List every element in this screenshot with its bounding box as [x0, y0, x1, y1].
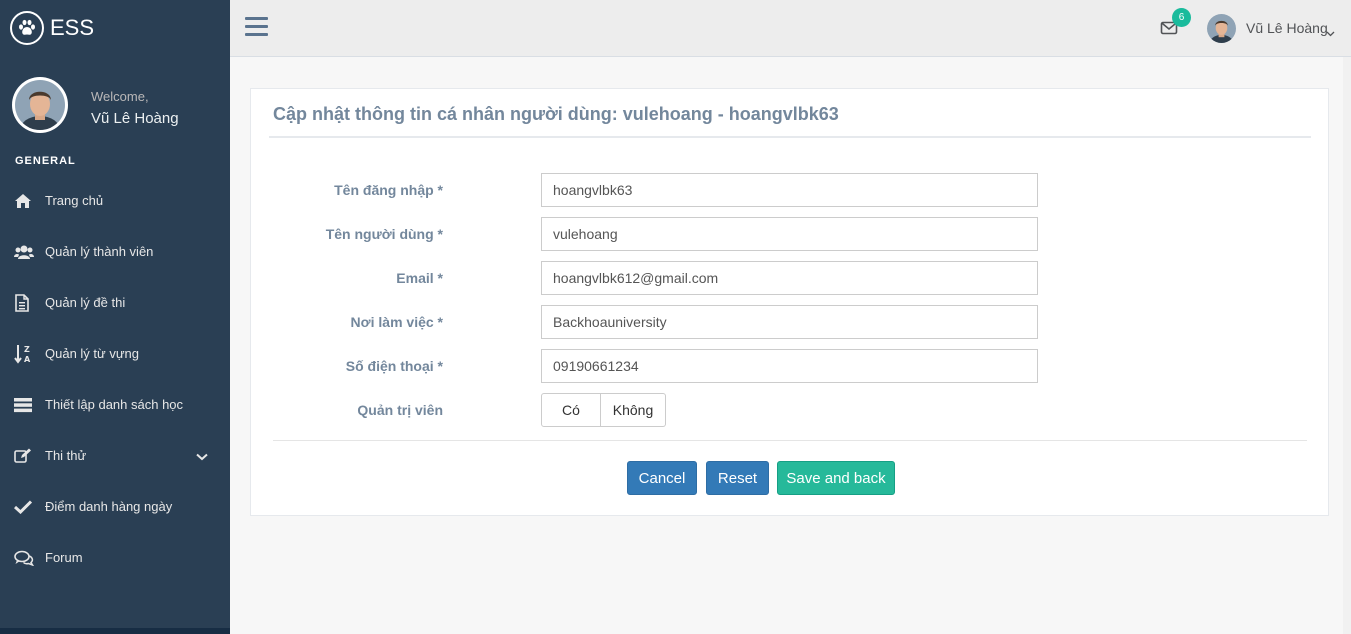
- brand-title: ESS: [50, 15, 95, 40]
- user-menu[interactable]: Vũ Lê Hoàng: [1246, 20, 1328, 36]
- svg-text:A: A: [24, 355, 31, 364]
- sidebar: ESS Welcome, Vũ Lê Hoàng GENERAL Trang c…: [0, 0, 230, 634]
- menu-section-title: GENERAL: [15, 155, 76, 167]
- top-navbar: 6 Vũ Lê Hoàng: [230, 0, 1351, 57]
- workplace-field[interactable]: [541, 305, 1038, 339]
- edit-user-panel: Cập nhật thông tin cá nhân người dùng: v…: [250, 88, 1329, 516]
- sidebar-item-study-list[interactable]: Thiết lập danh sách học: [0, 379, 230, 430]
- menu-toggle-icon[interactable]: [245, 17, 268, 39]
- users-icon: [14, 242, 36, 262]
- admin-label: Quản trị viên: [357, 402, 443, 418]
- svg-text:Z: Z: [24, 345, 30, 354]
- form-divider: [273, 440, 1307, 441]
- sidebar-item-label: Thiết lập danh sách học: [45, 397, 184, 412]
- file-icon: [14, 293, 36, 313]
- scrollbar[interactable]: [1343, 57, 1351, 634]
- list-icon: [14, 395, 36, 415]
- sidebar-item-label: Quản lý thành viên: [45, 244, 154, 259]
- sidebar-item-label: Điểm danh hàng ngày: [45, 499, 173, 514]
- display-name-label: Tên người dùng *: [325, 226, 443, 242]
- admin-no-button[interactable]: Không: [601, 393, 666, 427]
- brand[interactable]: ESS: [10, 11, 94, 45]
- form-row-phone: Số điện thoại *: [251, 349, 1251, 383]
- profile-name: Vũ Lê Hoàng: [91, 110, 179, 127]
- display-name-field[interactable]: [541, 217, 1038, 251]
- form-row-admin: Quản trị viên Có Không: [251, 393, 1251, 427]
- chevron-down-icon[interactable]: [1326, 24, 1335, 42]
- sort-alpha-icon: ZA: [14, 344, 36, 364]
- avatar: [12, 77, 68, 133]
- edit-icon: [14, 446, 36, 466]
- form-row-email: Email *: [251, 261, 1251, 295]
- save-and-back-button[interactable]: Save and back: [777, 461, 895, 495]
- workplace-label: Nơi làm việc *: [350, 314, 443, 330]
- comments-icon: [14, 548, 36, 568]
- sidebar-menu: Trang chủ Quản lý thành viên Quản lý đề …: [0, 175, 230, 583]
- sidebar-item-label: Quản lý từ vựng: [45, 346, 140, 361]
- sidebar-item-label: Trang chủ: [45, 193, 104, 208]
- cancel-button[interactable]: Cancel: [627, 461, 697, 495]
- sidebar-footer: [0, 628, 230, 634]
- avatar[interactable]: [1207, 14, 1236, 43]
- notification-badge: 6: [1172, 8, 1191, 27]
- sidebar-item-mock-test[interactable]: Thi thử: [0, 430, 230, 481]
- form-row-username: Tên đăng nhập *: [251, 173, 1251, 207]
- welcome-text: Welcome,: [91, 89, 149, 104]
- admin-toggle: Có Không: [541, 393, 666, 427]
- username-field[interactable]: [541, 173, 1038, 207]
- sidebar-item-attendance[interactable]: Điểm danh hàng ngày: [0, 481, 230, 532]
- title-divider: [269, 136, 1311, 138]
- email-field[interactable]: [541, 261, 1038, 295]
- sidebar-item-label: Quản lý đề thi: [45, 295, 126, 310]
- sidebar-item-label: Forum: [45, 550, 83, 565]
- email-label: Email *: [396, 270, 443, 286]
- page-title: Cập nhật thông tin cá nhân người dùng: v…: [273, 104, 839, 124]
- sidebar-item-home[interactable]: Trang chủ: [0, 175, 230, 226]
- sidebar-item-vocabulary[interactable]: ZA Quản lý từ vựng: [0, 328, 230, 379]
- username-label: Tên đăng nhập *: [334, 182, 443, 198]
- check-icon: [14, 497, 36, 517]
- home-icon: [14, 191, 36, 211]
- chevron-down-icon[interactable]: [196, 449, 208, 464]
- paw-icon: [10, 11, 44, 45]
- form-row-workplace: Nơi làm việc *: [251, 305, 1251, 339]
- sidebar-item-label: Thi thử: [45, 448, 87, 463]
- admin-yes-button[interactable]: Có: [541, 393, 601, 427]
- sidebar-item-exams[interactable]: Quản lý đề thi: [0, 277, 230, 328]
- sidebar-item-forum[interactable]: Forum: [0, 532, 230, 583]
- phone-field[interactable]: [541, 349, 1038, 383]
- phone-label: Số điện thoại *: [345, 358, 443, 374]
- sidebar-item-members[interactable]: Quản lý thành viên: [0, 226, 230, 277]
- form-row-display-name: Tên người dùng *: [251, 217, 1251, 251]
- reset-button[interactable]: Reset: [706, 461, 769, 495]
